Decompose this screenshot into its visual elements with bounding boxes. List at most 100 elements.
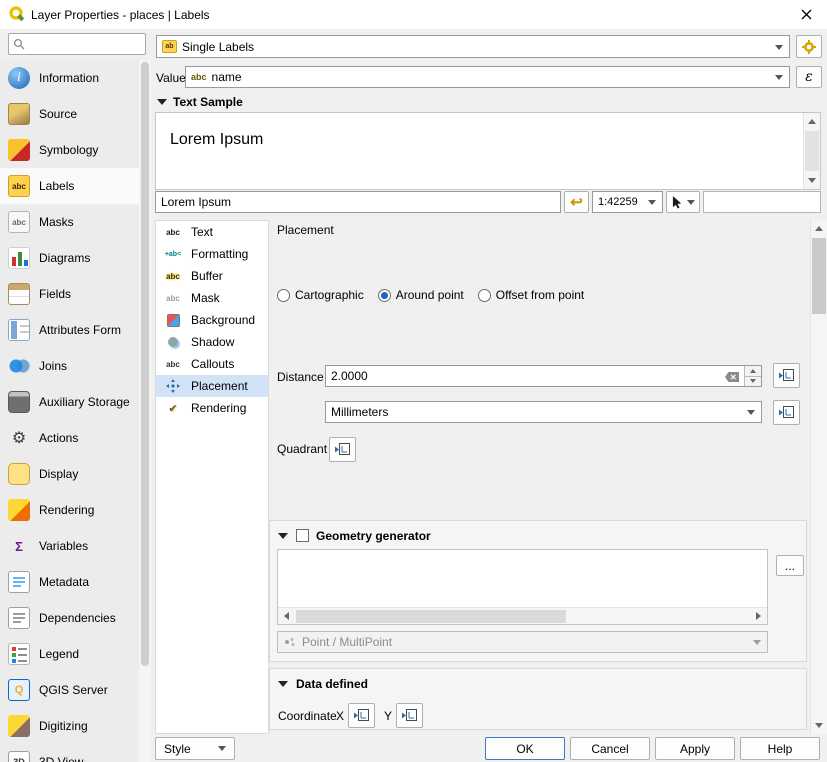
tab-mask[interactable]: Mask — [156, 287, 268, 309]
sidebar-scrollbar[interactable] — [139, 60, 151, 762]
sidebar-item-joins[interactable]: Joins — [0, 348, 151, 384]
labeling-mode-value: Single Labels — [182, 40, 254, 54]
scroll-up-arrow[interactable] — [804, 113, 820, 130]
preview-background-box[interactable] — [703, 191, 821, 213]
masks-icon — [8, 211, 30, 233]
sidebar-item-labels[interactable]: Labels — [0, 168, 151, 204]
chevron-down-icon — [747, 410, 755, 415]
undo-arrow-icon: ↩ — [570, 193, 583, 211]
callouts-icon — [161, 356, 185, 372]
distance-data-defined-button[interactable] — [773, 363, 800, 388]
scroll-up-arrow[interactable] — [811, 220, 827, 237]
coordinate-y-data-defined-button[interactable] — [396, 703, 423, 728]
sidebar-item-masks[interactable]: Masks — [0, 204, 151, 240]
tab-text[interactable]: Text — [156, 221, 268, 243]
sidebar-item-rendering[interactable]: Rendering — [0, 492, 151, 528]
close-button[interactable] — [785, 0, 827, 29]
attributes-form-icon — [8, 319, 30, 341]
automated-placement-settings-button[interactable] — [796, 35, 822, 58]
sidebar-scrollbar-thumb[interactable] — [141, 62, 149, 666]
preview-scrollbar-thumb[interactable] — [805, 131, 819, 171]
geometry-generator-checkbox[interactable] — [296, 529, 309, 542]
cancel-button[interactable]: Cancel — [570, 737, 650, 760]
coordinate-x-label: X — [336, 709, 344, 723]
map-settings-button[interactable] — [666, 191, 700, 213]
distance-spinbox[interactable] — [325, 365, 762, 387]
preview-scale-combobox[interactable]: 1:42259 — [592, 191, 663, 213]
coordinate-x-data-defined-button[interactable] — [348, 703, 375, 728]
tab-callouts[interactable]: Callouts — [156, 353, 268, 375]
distance-units-combobox[interactable]: Millimeters — [325, 401, 762, 423]
spinner-buttons[interactable] — [744, 366, 761, 386]
radio-cartographic[interactable]: Cartographic — [277, 288, 364, 302]
label-settings-tabs: Text Formatting Buffer Mask Background S… — [155, 220, 269, 734]
sidebar-item-display[interactable]: Display — [0, 456, 151, 492]
sidebar-item-symbology[interactable]: Symbology — [0, 132, 151, 168]
tab-placement[interactable]: Placement — [156, 375, 268, 397]
scroll-down-arrow[interactable] — [811, 717, 827, 734]
clear-value-icon[interactable] — [725, 371, 739, 385]
sidebar-item-3d-view[interactable]: 3D View — [0, 744, 151, 762]
metadata-icon — [8, 571, 30, 593]
geometry-generator-title: Geometry generator — [316, 529, 431, 543]
geometry-type-combobox[interactable]: Point / MultiPoint — [277, 631, 768, 653]
geometry-expression-editor[interactable] — [277, 549, 768, 625]
preview-scrollbar[interactable] — [803, 113, 820, 189]
text-sample-header[interactable]: Text Sample — [157, 95, 243, 109]
scroll-left-arrow[interactable] — [278, 608, 295, 624]
sidebar-item-label: Diagrams — [39, 251, 90, 265]
expression-dialog-button[interactable]: ... — [776, 555, 804, 576]
tab-background[interactable]: Background — [156, 309, 268, 331]
distance-input[interactable] — [326, 366, 716, 386]
joins-icon — [8, 355, 30, 377]
sidebar-item-metadata[interactable]: Metadata — [0, 564, 151, 600]
sidebar-item-dependencies[interactable]: Dependencies — [0, 600, 151, 636]
scale-value: 1:42259 — [598, 196, 638, 208]
expression-builder-button[interactable]: ε — [796, 66, 822, 88]
scroll-right-arrow[interactable] — [750, 608, 767, 624]
sidebar-item-source[interactable]: Source — [0, 96, 151, 132]
tab-buffer[interactable]: Buffer — [156, 265, 268, 287]
quadrant-data-defined-button[interactable] — [329, 437, 356, 462]
placement-panel: Placement Cartographic Around point Offs… — [269, 220, 810, 734]
value-field-combobox[interactable]: abc name — [185, 66, 790, 88]
help-button[interactable]: Help — [740, 737, 820, 760]
sidebar-item-variables[interactable]: Variables — [0, 528, 151, 564]
style-menu-button[interactable]: Style — [155, 737, 235, 760]
spin-up[interactable] — [745, 366, 761, 377]
sidebar-item-qgis-server[interactable]: QGIS Server — [0, 672, 151, 708]
reset-sample-button[interactable]: ↩ — [564, 191, 589, 213]
sidebar-item-legend[interactable]: Legend — [0, 636, 151, 672]
search-input[interactable] — [29, 36, 141, 52]
labeling-mode-combobox[interactable]: Single Labels — [156, 35, 790, 58]
sidebar-item-label: Display — [39, 467, 78, 481]
panel-scrollbar[interactable] — [810, 220, 827, 734]
sidebar-item-diagrams[interactable]: Diagrams — [0, 240, 151, 276]
units-data-defined-button[interactable] — [773, 400, 800, 425]
collapse-triangle-icon[interactable] — [278, 533, 288, 539]
data-defined-override-icon — [778, 405, 795, 420]
tab-rendering[interactable]: Rendering — [156, 397, 268, 419]
sidebar-item-fields[interactable]: Fields — [0, 276, 151, 312]
spin-down[interactable] — [745, 377, 761, 387]
sidebar-item-auxiliary-storage[interactable]: Auxiliary Storage — [0, 384, 151, 420]
panel-scrollbar-thumb[interactable] — [812, 238, 826, 314]
collapse-triangle-icon[interactable] — [278, 681, 288, 687]
sample-text-input[interactable] — [155, 191, 561, 213]
editor-scrollbar-thumb[interactable] — [296, 610, 566, 623]
radio-offset-from-point[interactable]: Offset from point — [478, 288, 584, 302]
preview-text: Lorem Ipsum — [170, 131, 263, 149]
scroll-down-arrow[interactable] — [804, 172, 820, 189]
sidebar-item-digitizing[interactable]: Digitizing — [0, 708, 151, 744]
tab-shadow[interactable]: Shadow — [156, 331, 268, 353]
sidebar-item-information[interactable]: Information — [0, 60, 151, 96]
tab-formatting[interactable]: Formatting — [156, 243, 268, 265]
editor-h-scrollbar[interactable] — [278, 607, 767, 624]
sidebar-item-actions[interactable]: Actions — [0, 420, 151, 456]
sidebar-item-attributes-form[interactable]: Attributes Form — [0, 312, 151, 348]
titlebar: Layer Properties - places | Labels — [0, 0, 827, 30]
ok-button[interactable]: OK — [485, 737, 565, 760]
coordinate-label: Coordinate — [278, 709, 337, 723]
apply-button[interactable]: Apply — [655, 737, 735, 760]
radio-around-point[interactable]: Around point — [378, 288, 464, 302]
